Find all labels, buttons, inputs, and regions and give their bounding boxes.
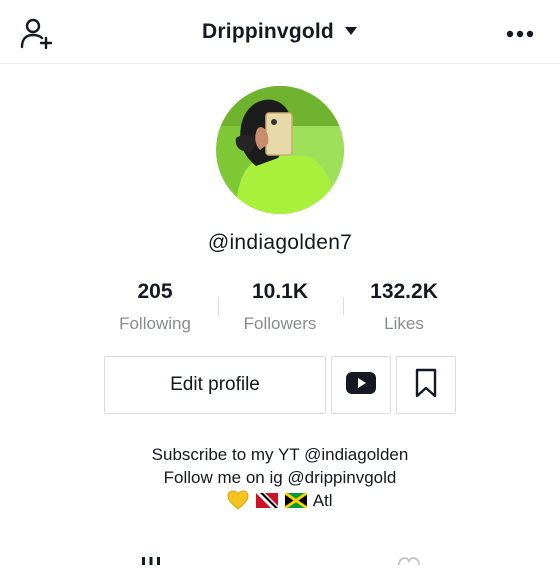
yellow-heart-icon bbox=[227, 490, 256, 510]
stat-followers[interactable]: 10.1K Followers bbox=[215, 280, 345, 334]
profile-bio: Subscribe to my YT @indiagolden Follow m… bbox=[0, 443, 560, 512]
youtube-button[interactable] bbox=[331, 356, 391, 414]
avatar[interactable] bbox=[216, 86, 344, 214]
followers-label: Followers bbox=[243, 314, 317, 333]
account-name: Drippinvgold bbox=[202, 20, 334, 43]
bookmark-icon bbox=[414, 368, 438, 403]
bio-location: Atl bbox=[312, 491, 333, 510]
following-count: 205 bbox=[137, 280, 173, 303]
grid-icon[interactable] bbox=[141, 552, 161, 570]
likes-label: Likes bbox=[384, 314, 424, 333]
heart-icon[interactable] bbox=[397, 552, 421, 570]
bio-line-3: Atl bbox=[0, 489, 560, 512]
following-label: Following bbox=[119, 314, 191, 333]
top-bar: Drippinvgold bbox=[0, 0, 560, 64]
youtube-icon bbox=[345, 371, 377, 400]
edit-profile-button[interactable]: Edit profile bbox=[104, 356, 326, 414]
bio-line-1: Subscribe to my YT @indiagolden bbox=[151, 445, 409, 464]
caret-down-icon bbox=[344, 23, 358, 41]
profile-tabs bbox=[0, 540, 560, 566]
profile-username: @indiagolden7 bbox=[207, 231, 353, 254]
profile-photo bbox=[216, 86, 344, 214]
likes-count: 132.2K bbox=[370, 280, 438, 303]
stat-following[interactable]: 205 Following bbox=[90, 280, 220, 334]
more-dots-icon[interactable] bbox=[506, 24, 536, 44]
bio-line-2: Follow me on ig @drippinvgold bbox=[163, 468, 397, 487]
trinidad-flag-icon bbox=[256, 491, 285, 510]
stat-likes[interactable]: 132.2K Likes bbox=[339, 280, 469, 334]
edit-profile-label: Edit profile bbox=[170, 374, 260, 395]
account-switcher[interactable]: Drippinvgold bbox=[0, 20, 560, 44]
jamaica-flag-icon bbox=[284, 491, 313, 510]
favorites-button[interactable] bbox=[396, 356, 456, 414]
followers-count: 10.1K bbox=[251, 280, 309, 303]
